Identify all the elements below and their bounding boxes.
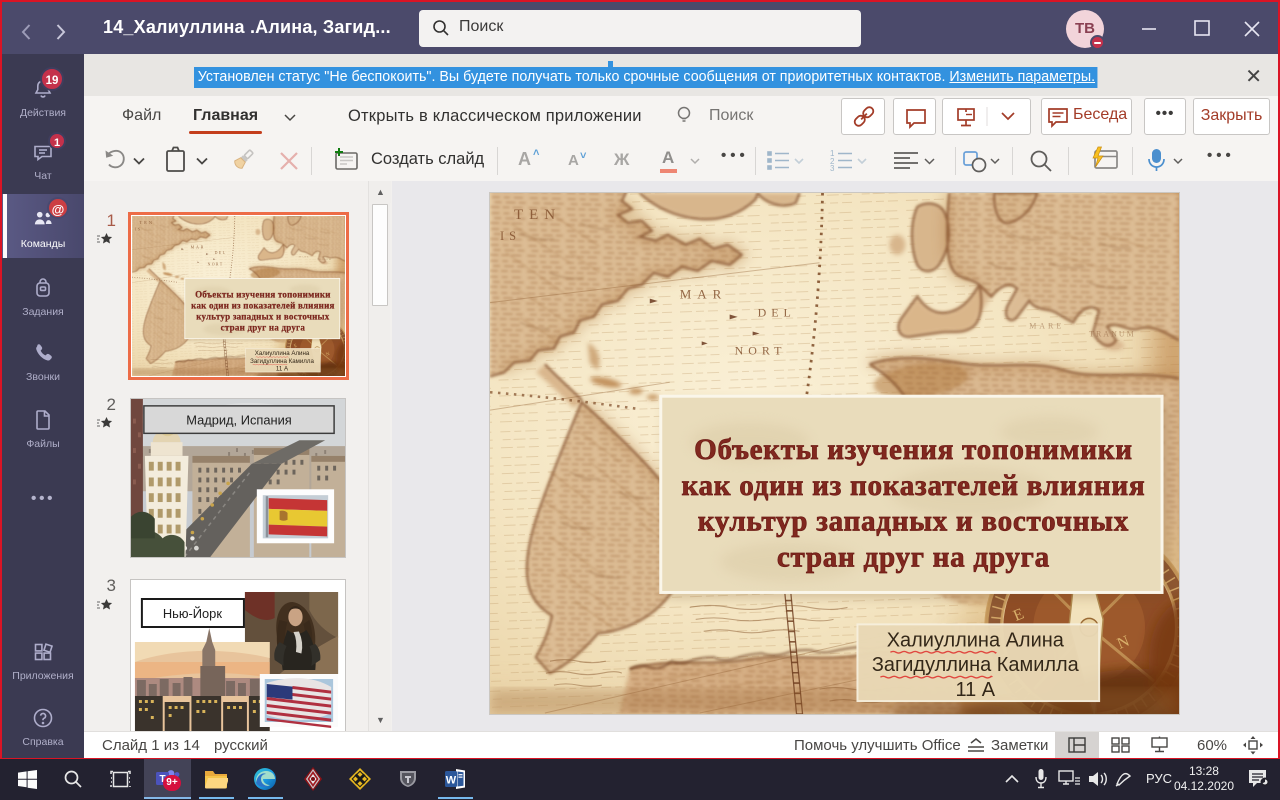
svg-text:Мадрид, Испания: Мадрид, Испания — [186, 413, 292, 428]
svg-text:W: W — [446, 775, 457, 787]
svg-text:3: 3 — [830, 164, 835, 173]
svg-text:Нью-Йорк: Нью-Йорк — [163, 606, 222, 621]
